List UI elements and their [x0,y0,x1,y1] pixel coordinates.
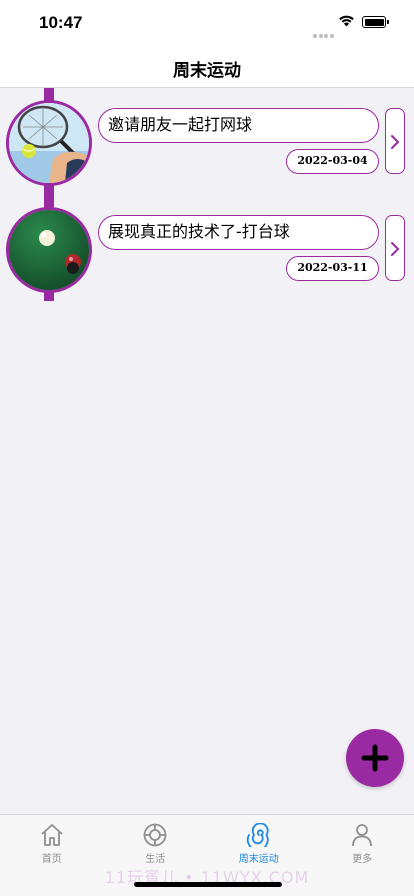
navigation-bar: 周末运动 [0,44,414,88]
activity-detail-button[interactable] [385,108,405,174]
tab-label: 周末运动 [238,854,279,865]
tab-life[interactable]: 生活 [104,823,208,865]
billiards-photo [6,207,92,293]
status-time: 10:47 [39,13,83,32]
activity-title: 邀请朋友一起打网球 [98,108,379,143]
activity-title: 展现真正的技术了-打台球 [98,215,379,250]
tab-more[interactable]: 更多 [311,823,414,865]
activity-card[interactable]: 邀请朋友一起打网球 2022-03-04 [0,98,414,198]
person-icon [352,824,373,847]
tab-weekend-sports[interactable]: 周末运动 [207,823,311,865]
tab-label: 更多 [352,854,373,865]
activity-detail-button[interactable] [385,215,405,281]
plus-icon [361,744,389,772]
battery-icon [362,16,389,28]
activity-date-badge: 2022-03-11 [286,256,379,281]
tab-home[interactable]: 首页 [0,823,104,865]
tennis-photo [6,100,92,186]
tab-label: 生活 [145,854,166,865]
chevron-right-icon [391,242,399,256]
chevron-right-icon [391,135,399,149]
page-title: 周末运动 [173,61,241,81]
activity-date-badge: 2022-03-04 [286,149,379,174]
sport-spiral-icon [246,823,269,847]
add-activity-button[interactable] [346,729,404,787]
home-icon [41,824,63,846]
status-bar: 10:47 [0,0,414,44]
home-indicator [134,882,282,887]
cellular-signal-icon [313,23,335,42]
life-ring-icon [143,823,167,847]
tab-label: 首页 [41,854,62,865]
wifi-icon [339,15,354,27]
activity-card[interactable]: 展现真正的技术了-打台球 2022-03-11 [0,205,414,305]
